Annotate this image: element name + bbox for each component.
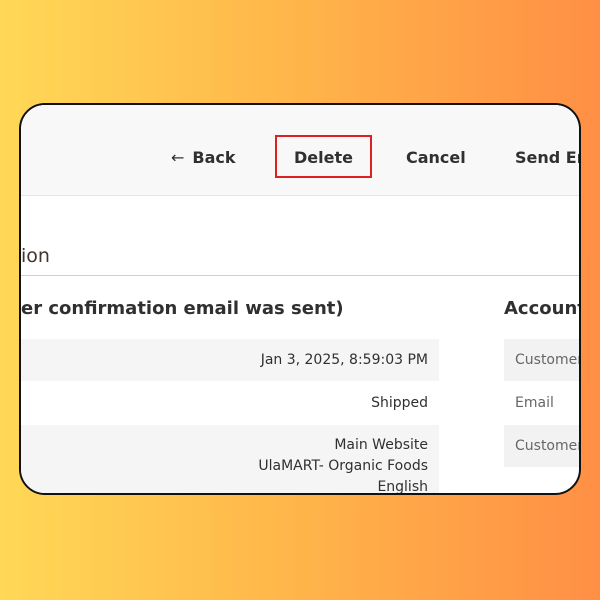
arrow-left-icon: ← <box>171 148 185 167</box>
order-info-title: er confirmation email was sent) <box>21 298 344 319</box>
back-label: Back <box>192 148 236 167</box>
cancel-button[interactable]: Cancel <box>406 138 466 178</box>
account-label-email: Email <box>515 395 554 411</box>
browser-window: ← Back Delete Cancel Send Er ion er confi… <box>19 103 581 495</box>
store-name: UlaMART- Organic Foods <box>258 458 428 474</box>
order-status-value: Shipped <box>371 395 428 411</box>
purchased-from-value: Main Website UlaMART- Organic Foods Engl… <box>21 425 439 495</box>
back-button[interactable]: ← Back <box>171 138 236 178</box>
delete-button[interactable]: Delete <box>275 135 372 178</box>
account-info-title: Account <box>504 298 581 319</box>
page-actions-toolbar: ← Back Delete Cancel Send Er <box>21 105 579 196</box>
account-label-customer-group: Customer <box>504 425 579 467</box>
account-label-customer-name: Customer <box>504 339 579 381</box>
section-divider <box>21 275 579 276</box>
store-website: Main Website <box>334 437 428 453</box>
send-email-button[interactable]: Send Er <box>515 138 579 178</box>
order-date-value: Jan 3, 2025, 8:59:03 PM <box>21 339 439 381</box>
section-title: ion <box>21 245 50 267</box>
store-view: English <box>377 479 428 495</box>
